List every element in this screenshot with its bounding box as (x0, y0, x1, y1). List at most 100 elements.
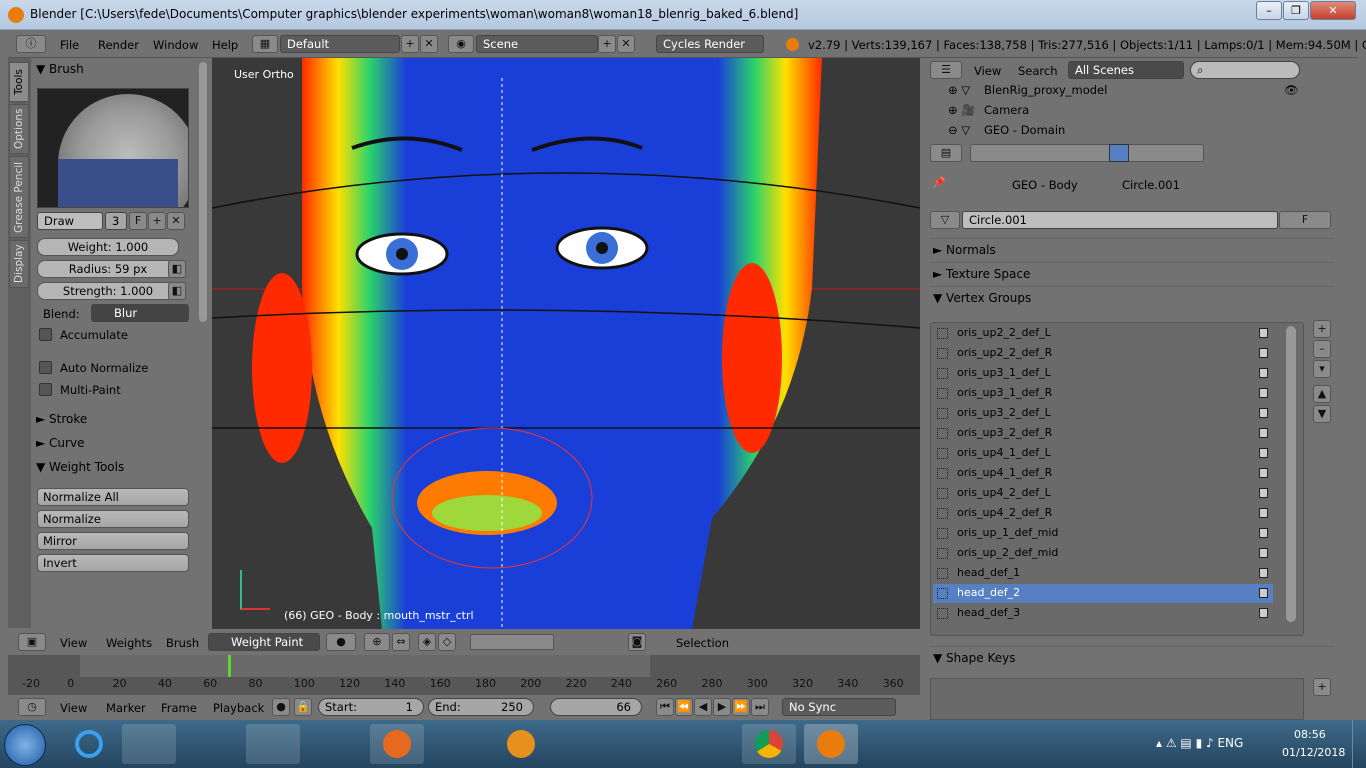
vertex-group-row[interactable]: head_def_2 (933, 584, 1273, 603)
brush-name-field[interactable]: Draw (37, 212, 103, 230)
lock-icon[interactable] (1259, 468, 1268, 478)
current-frame-indicator[interactable] (228, 655, 231, 677)
blend-dropdown[interactable]: Blur (91, 304, 189, 322)
tab-display[interactable]: Display (9, 240, 29, 288)
delete-layout-button[interactable]: ✕ (420, 35, 438, 53)
add-layout-button[interactable]: + (401, 35, 419, 53)
jump-end-icon[interactable]: ⏭ (751, 698, 769, 716)
timeline[interactable] (8, 655, 920, 695)
data-tab-active[interactable] (1109, 144, 1129, 162)
radius-slider[interactable]: Radius: 59 px (37, 260, 179, 278)
accumulate-checkbox[interactable] (39, 328, 52, 341)
viewport-editor-type-icon[interactable]: ▣ (18, 633, 46, 651)
auto-keyframe-icon[interactable]: ● (272, 698, 290, 716)
taskbar-blender-icon[interactable] (804, 724, 858, 764)
mesh-fake-user-button[interactable]: F (1279, 211, 1331, 229)
mirror-button[interactable]: Mirror (37, 532, 189, 550)
outliner-editor-type-icon[interactable]: ☰ (930, 61, 962, 79)
auto-normalize-checkbox[interactable] (39, 361, 52, 374)
jump-start-icon[interactable]: ⏮ (656, 698, 674, 716)
mesh-browse-icon[interactable]: ▽ (930, 211, 960, 229)
outliner-menu-view[interactable]: View (974, 64, 1001, 78)
remove-brush-button[interactable]: ✕ (167, 212, 185, 230)
vertex-group-row[interactable]: head_def_3 (933, 604, 1273, 623)
maximize-button[interactable]: ❐ (1283, 1, 1309, 20)
screen-layout-icon[interactable]: ▦ (252, 35, 278, 53)
vertex-group-row[interactable]: oris_up_2_def_mid (933, 544, 1273, 563)
normals-panel-header[interactable]: ► Normals (929, 238, 1335, 260)
brush-fake-user-button[interactable]: F (129, 212, 147, 230)
scene-field[interactable]: Scene (476, 35, 598, 53)
show-desktop-button[interactable] (1352, 720, 1366, 768)
scene-icon[interactable]: ◉ (448, 35, 474, 53)
pin-icon[interactable]: 📌 (932, 176, 946, 189)
manipulator-icon[interactable]: ⇔ (392, 633, 410, 651)
vertex-group-row[interactable]: oris_up2_2_def_R (933, 344, 1273, 363)
mesh-name-field[interactable]: Circle.001 (962, 211, 1278, 229)
face-mask-icon[interactable]: ◈ (418, 633, 436, 651)
editor-type-icon[interactable]: ⓘ (16, 35, 46, 53)
sync-dropdown[interactable]: No Sync (782, 698, 896, 716)
lock-icon[interactable] (1259, 528, 1268, 538)
remove-vertex-group-button[interactable]: – (1313, 340, 1331, 358)
lock-icon[interactable] (1259, 588, 1268, 598)
close-button[interactable]: ✕ (1310, 1, 1356, 20)
taskbar-gimp-icon[interactable] (556, 724, 610, 764)
vertex-groups-scrollbar[interactable] (1286, 326, 1296, 622)
next-keyframe-icon[interactable]: ⏩ (732, 698, 750, 716)
add-scene-button[interactable]: + (598, 35, 616, 53)
shape-keys-panel-header[interactable]: ▼ Shape Keys (929, 646, 1335, 668)
delete-scene-button[interactable]: ✕ (617, 35, 635, 53)
taskbar-media-player-icon[interactable] (122, 724, 176, 764)
shading-dropdown[interactable]: ● (326, 633, 356, 651)
vertex-group-row[interactable]: oris_up3_2_def_R (933, 424, 1273, 443)
texture-space-panel-header[interactable]: ► Texture Space (929, 262, 1335, 284)
strength-pressure-icon[interactable]: ◧ (168, 282, 186, 300)
taskbar-photos-icon[interactable] (432, 724, 486, 764)
menu-window[interactable]: Window (153, 38, 198, 52)
taskbar-md-icon[interactable] (680, 724, 734, 764)
shape-keys-list[interactable] (930, 678, 1304, 720)
taskbar-chrome-icon[interactable] (742, 724, 796, 764)
vertex-group-row[interactable]: oris_up4_2_def_L (933, 484, 1273, 503)
brush-preview[interactable] (37, 88, 189, 208)
invert-button[interactable]: Invert (37, 554, 189, 572)
lock-icon[interactable] (1259, 568, 1268, 578)
layers-grid[interactable] (470, 634, 554, 650)
vertex-group-row[interactable]: oris_up4_1_def_R (933, 464, 1273, 483)
lock-icon[interactable] (1259, 488, 1268, 498)
screen-layout-field[interactable]: Default (280, 35, 400, 53)
visibility-eye-icon[interactable]: 👁 (1284, 83, 1299, 97)
outliner-item-camera[interactable]: ⊕ 🎥 Camera (922, 103, 1358, 123)
strength-slider[interactable]: Strength: 1.000 (37, 282, 179, 300)
normalize-all-button[interactable]: Normalize All (37, 488, 189, 506)
vertex-group-row[interactable]: oris_up4_1_def_L (933, 444, 1273, 463)
lock-icon[interactable] (1259, 368, 1268, 378)
properties-context-tabs[interactable] (970, 144, 1204, 162)
lock-icon[interactable] (1259, 408, 1268, 418)
vertex-group-specials-button[interactable]: ▾ (1313, 360, 1331, 378)
timeline-editor-type-icon[interactable]: ◷ (18, 698, 46, 716)
end-frame-field[interactable]: End: 250 (428, 698, 534, 716)
mode-dropdown[interactable]: Weight Paint (208, 633, 320, 651)
lock-icon[interactable] (1259, 428, 1268, 438)
outliner-item-blenrig-proxy[interactable]: ⊕ ▽ BlenRig_proxy_model 👁 (922, 83, 1358, 103)
vertex-groups-panel-header[interactable]: ▼ Vertex Groups (929, 286, 1335, 308)
multi-paint-checkbox[interactable] (39, 383, 52, 396)
outliner-menu-search[interactable]: Search (1018, 64, 1058, 78)
start-button[interactable] (4, 724, 46, 766)
play-reverse-icon[interactable]: ◀ (694, 698, 712, 716)
timeline-menu-view[interactable]: View (60, 701, 87, 715)
taskbar-firefox-icon[interactable] (370, 724, 424, 764)
render-engine-dropdown[interactable]: Cycles Render (656, 35, 764, 53)
properties-editor-type-icon[interactable]: ▤ (930, 144, 962, 162)
timeline-menu-frame[interactable]: Frame (161, 701, 197, 715)
vertex-mask-icon[interactable]: ◇ (438, 633, 456, 651)
vertex-group-row[interactable]: head_def_1 (933, 564, 1273, 583)
viewport-menu-brush[interactable]: Brush (166, 636, 199, 650)
add-vertex-group-button[interactable]: + (1313, 320, 1331, 338)
vertex-group-row[interactable]: oris_up3_1_def_R (933, 384, 1273, 403)
taskbar-ccleaner-icon[interactable] (618, 724, 672, 764)
tab-grease-pencil[interactable]: Grease Pencil (9, 156, 29, 238)
lock-icon[interactable] (1259, 328, 1268, 338)
